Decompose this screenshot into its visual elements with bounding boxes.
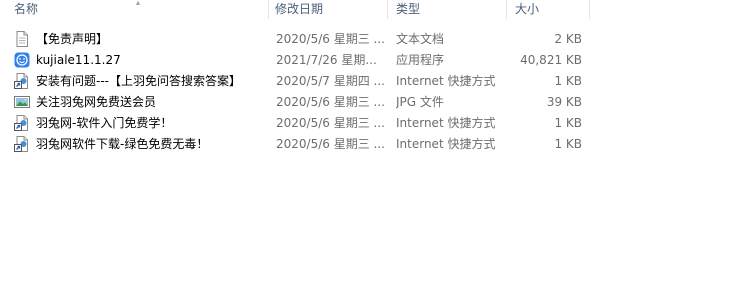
file-date: 2020/5/6 星期三 ... — [276, 137, 385, 151]
file-name: kujiale11.1.27 — [36, 53, 121, 67]
shortcut-icon — [14, 73, 28, 89]
file-row[interactable]: 羽兔网软件下载-绿色免费无毒！ 2020/5/6 星期三 ... Interne… — [0, 134, 746, 155]
file-type: Internet 快捷方式 — [396, 137, 496, 151]
file-type: 应用程序 — [396, 53, 445, 67]
file-date: 2020/5/6 星期三 ... — [276, 95, 385, 109]
column-header-size[interactable]: 大小 — [507, 0, 589, 19]
file-name-cell: 关注羽兔网免费送会员 — [14, 92, 268, 113]
file-size: 40,821 KB — [520, 53, 582, 67]
file-size: 1 KB — [554, 74, 582, 88]
file-name: 【免责声明】 — [36, 32, 109, 46]
column-header-type[interactable]: 类型 — [388, 0, 506, 19]
file-type: 文本文档 — [396, 32, 445, 46]
file-size: 39 KB — [546, 95, 582, 109]
file-name-cell: 安装有问题---【上羽免问答搜索答案】 — [14, 71, 268, 92]
file-row[interactable]: kujiale11.1.27 2021/7/26 星期... 应用程序 40,8… — [0, 50, 746, 71]
file-name: 关注羽兔网免费送会员 — [36, 95, 157, 109]
sort-up-icon: ▴ — [136, 0, 141, 7]
file-date: 2020/5/7 星期四 ... — [276, 74, 385, 88]
file-row[interactable]: 【免责声明】 2020/5/6 星期三 ... 文本文档 2 KB — [0, 29, 746, 50]
shortcut-icon — [14, 136, 28, 152]
column-header-type-label: 类型 — [396, 2, 421, 16]
column-header-name[interactable]: ▴ 名称 — [0, 0, 268, 19]
file-type: Internet 快捷方式 — [396, 74, 496, 88]
file-name-cell: kujiale11.1.27 — [14, 50, 268, 71]
file-name-cell: 【免责声明】 — [14, 29, 268, 50]
column-header-size-label: 大小 — [515, 2, 540, 16]
file-name-cell: 羽兔网软件下载-绿色免费无毒！ — [14, 134, 268, 155]
file-row[interactable]: 安装有问题---【上羽免问答搜索答案】 2020/5/7 星期四 ... Int… — [0, 71, 746, 92]
file-row[interactable]: 关注羽兔网免费送会员 2020/5/6 星期三 ... JPG 文件 39 KB — [0, 92, 746, 113]
file-date: 2020/5/6 星期三 ... — [276, 116, 385, 130]
file-name: 羽兔网-软件入门免费学！ — [36, 116, 173, 130]
column-header-name-label: 名称 — [14, 2, 39, 16]
file-name-cell: 羽兔网-软件入门免费学！ — [14, 113, 268, 134]
file-row[interactable]: 羽兔网-软件入门免费学！ 2020/5/6 星期三 ... Internet 快… — [0, 113, 746, 134]
column-header-date-label: 修改日期 — [275, 2, 324, 16]
text-file-icon — [16, 31, 28, 47]
image-file-icon — [14, 96, 30, 108]
file-date: 2021/7/26 星期... — [276, 53, 377, 67]
file-date: 2020/5/6 星期三 ... — [276, 32, 385, 46]
file-size: 1 KB — [554, 116, 582, 130]
column-divider[interactable] — [589, 0, 590, 19]
column-header-date[interactable]: 修改日期 — [269, 0, 387, 19]
file-size: 2 KB — [554, 32, 582, 46]
app-icon — [14, 52, 30, 68]
file-size: 1 KB — [554, 137, 582, 151]
file-type: Internet 快捷方式 — [396, 116, 496, 130]
column-header-bar: ▴ 名称 修改日期 类型 大小 — [0, 0, 746, 19]
file-name: 安装有问题---【上羽免问答搜索答案】 — [36, 74, 241, 88]
shortcut-icon — [14, 115, 28, 131]
file-list: 【免责声明】 2020/5/6 星期三 ... 文本文档 2 KB kujial… — [0, 29, 746, 155]
file-type: JPG 文件 — [396, 95, 444, 109]
file-name: 羽兔网软件下载-绿色免费无毒！ — [36, 137, 209, 151]
